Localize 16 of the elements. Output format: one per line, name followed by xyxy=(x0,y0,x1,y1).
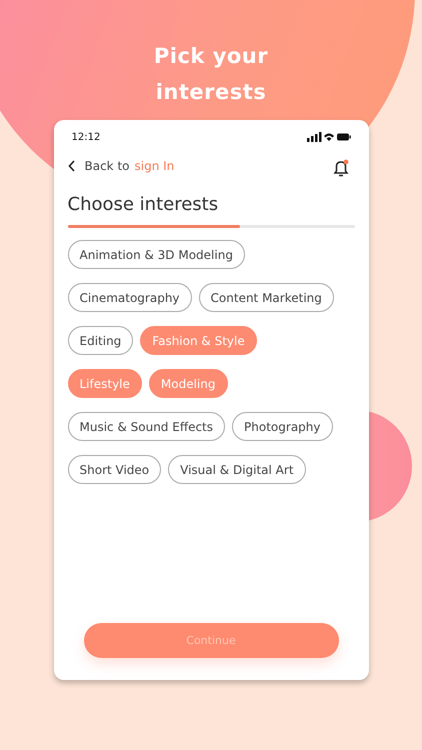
back-button[interactable]: Back to sign In xyxy=(68,159,174,173)
interest-chip[interactable]: Animation & 3D Modeling xyxy=(68,240,245,269)
page-title: Choose interests xyxy=(68,194,220,215)
interest-chip[interactable]: Music & Sound Effects xyxy=(68,412,226,441)
status-icons-drawing xyxy=(306,132,350,142)
bell-icon[interactable] xyxy=(330,158,350,178)
back-text: Back to xyxy=(84,159,130,173)
interest-chip[interactable]: Photography xyxy=(232,412,332,441)
back-chevron-icon xyxy=(68,160,76,172)
interest-chip[interactable]: Cinematography xyxy=(68,283,192,312)
interest-chip[interactable]: Visual & Digital Art xyxy=(168,455,306,484)
headline: Pick your interests xyxy=(152,43,270,106)
interest-chip[interactable]: Editing xyxy=(68,326,134,355)
interest-chip[interactable]: Content Marketing xyxy=(198,283,334,312)
interest-chip[interactable]: Short Video xyxy=(68,455,162,484)
status-time: 12:12 xyxy=(72,132,100,142)
